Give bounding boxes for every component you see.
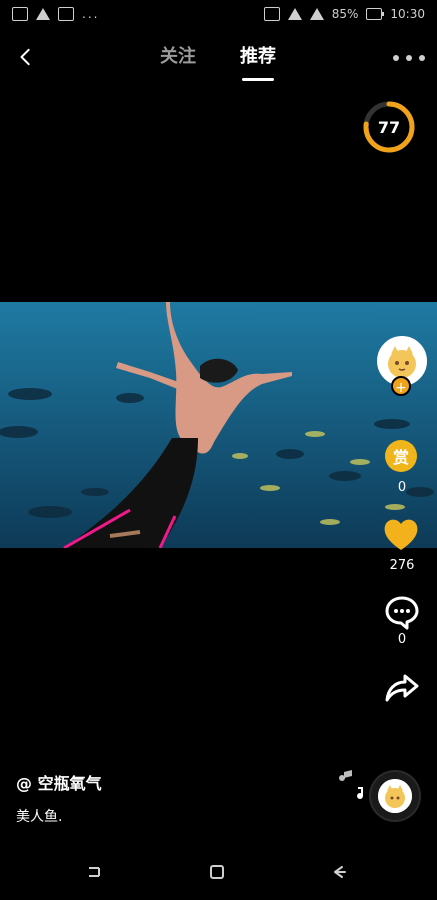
disc-cover (378, 779, 412, 813)
send-icon (36, 8, 50, 20)
chevron-left-icon (20, 48, 30, 66)
comment-count: 0 (397, 632, 407, 647)
home-button[interactable] (202, 858, 232, 886)
music-note-icon (336, 764, 366, 804)
app-icon (58, 7, 74, 21)
more-dot (406, 55, 412, 61)
like-button[interactable] (381, 516, 421, 552)
mute-icon (263, 7, 280, 21)
video-frame (0, 302, 437, 548)
reward-timer[interactable]: 77 (362, 100, 416, 154)
status-left: ... (12, 7, 99, 21)
reward-count: 0 (397, 480, 407, 495)
more-dot (419, 55, 425, 61)
battery-percent: 85% (331, 7, 359, 21)
cat-disc-icon (378, 779, 412, 813)
system-back-button[interactable] (324, 858, 354, 886)
share-icon (385, 674, 419, 702)
wifi-icon (287, 8, 302, 20)
post-caption: 美人鱼. (16, 809, 63, 825)
more-dot (393, 55, 399, 61)
heart-icon (384, 519, 418, 550)
tab-follow[interactable]: 关注 (160, 42, 196, 68)
music-note-shape (339, 770, 363, 799)
back-button[interactable] (12, 40, 40, 74)
system-nav-bar (0, 844, 437, 900)
video-player[interactable] (0, 302, 437, 548)
gallery-icon (12, 7, 28, 21)
comment-icon (385, 596, 419, 630)
tab-active-indicator (242, 78, 274, 81)
share-button[interactable] (385, 670, 419, 704)
signal-icon (309, 8, 324, 20)
recent-apps-button[interactable] (80, 858, 110, 886)
system-back-icon (334, 866, 346, 878)
more-button[interactable] (393, 48, 425, 68)
follow-plus-button[interactable]: + (391, 376, 411, 396)
top-nav: 关注 推荐 (0, 38, 437, 82)
home-icon (210, 865, 224, 879)
music-disc[interactable] (369, 770, 421, 822)
tab-recommend[interactable]: 推荐 (240, 42, 276, 68)
more-notifications-icon: ... (82, 7, 100, 21)
status-right: 85% 10:30 (263, 7, 425, 21)
clock: 10:30 (390, 7, 425, 21)
like-count: 276 (389, 558, 415, 573)
comment-button[interactable] (383, 594, 421, 632)
status-bar: ... 85% 10:30 (0, 0, 437, 28)
post-author[interactable]: @ 空瓶氧气 (16, 770, 102, 794)
timer-value: 77 (377, 117, 401, 137)
battery-icon (366, 8, 385, 20)
recent-apps-icon (89, 867, 100, 877)
reward-button[interactable]: 赏 (385, 440, 417, 472)
